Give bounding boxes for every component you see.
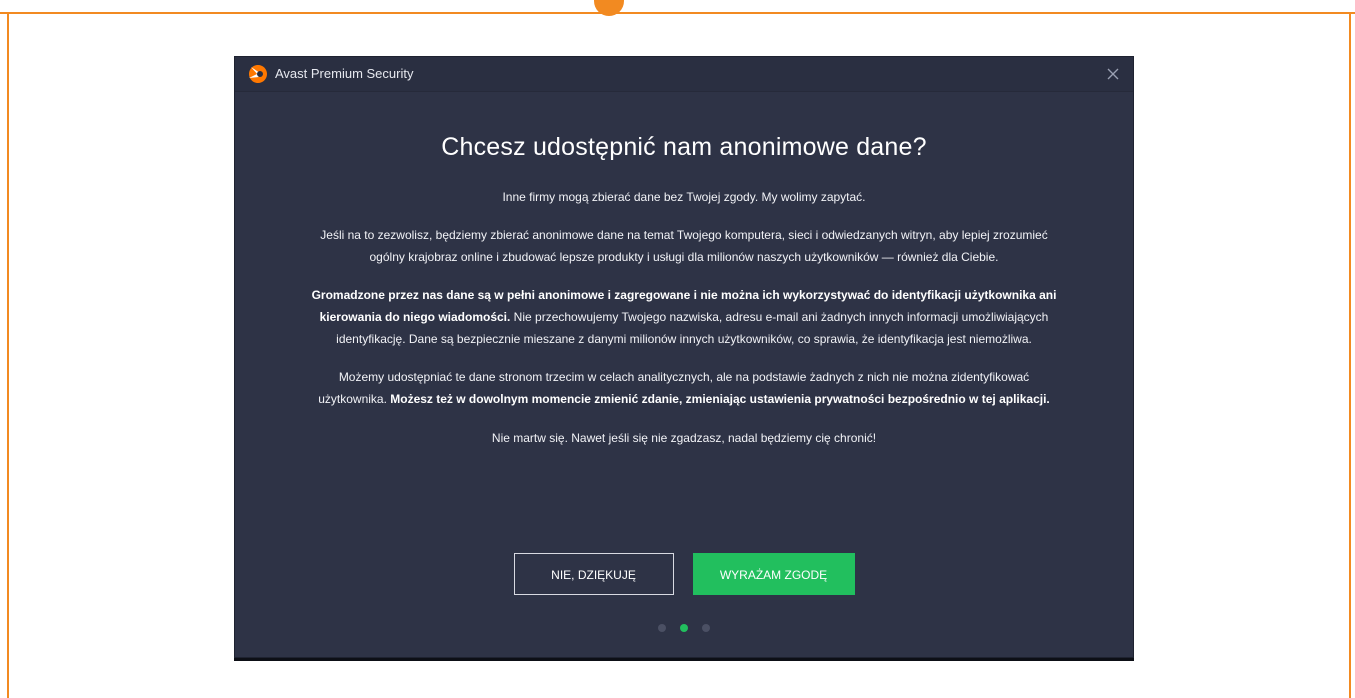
- decline-button[interactable]: NIE, DZIĘKUJĘ: [513, 553, 674, 595]
- third-party-paragraph: Możemy udostępniać te dane stronom trzec…: [304, 366, 1064, 410]
- frame-border-left: [7, 12, 9, 698]
- data-collection-paragraph: Jeśli na to zezwolisz, będziemy zbierać …: [320, 228, 1048, 264]
- change-mind-bold-text: Możesz też w dowolnym momencie zmienić z…: [390, 392, 1050, 406]
- page-dot-1[interactable]: [658, 624, 666, 632]
- title-bar: Avast Premium Security: [235, 57, 1133, 92]
- frame-border-right: [1349, 12, 1351, 698]
- frame-border-top: [0, 12, 1355, 14]
- pagination-dots: [235, 624, 1133, 632]
- window-title: Avast Premium Security: [275, 66, 414, 81]
- page-dot-3[interactable]: [702, 624, 710, 632]
- intro-paragraph: Inne firmy mogą zbierać dane bez Twojej …: [502, 190, 866, 204]
- anonymity-paragraph: Gromadzone przez nas dane są w pełni ano…: [304, 284, 1064, 350]
- close-icon[interactable]: [1103, 64, 1123, 84]
- page-dot-2-active[interactable]: [680, 624, 688, 632]
- dialog-content: Chcesz udostępnić nam anonimowe dane? In…: [235, 91, 1133, 449]
- action-buttons: NIE, DZIĘKUJĘ WYRAŻAM ZGODĘ: [235, 553, 1133, 595]
- dialog-headline: Chcesz udostępnić nam anonimowe dane?: [441, 133, 927, 161]
- reassurance-paragraph: Nie martw się. Nawet jeśli się nie zgadz…: [491, 431, 877, 445]
- accept-button[interactable]: WYRAŻAM ZGODĘ: [692, 553, 855, 595]
- avast-logo-icon: [247, 64, 269, 84]
- avast-consent-dialog: Avast Premium Security Chcesz udostępnić…: [234, 56, 1134, 658]
